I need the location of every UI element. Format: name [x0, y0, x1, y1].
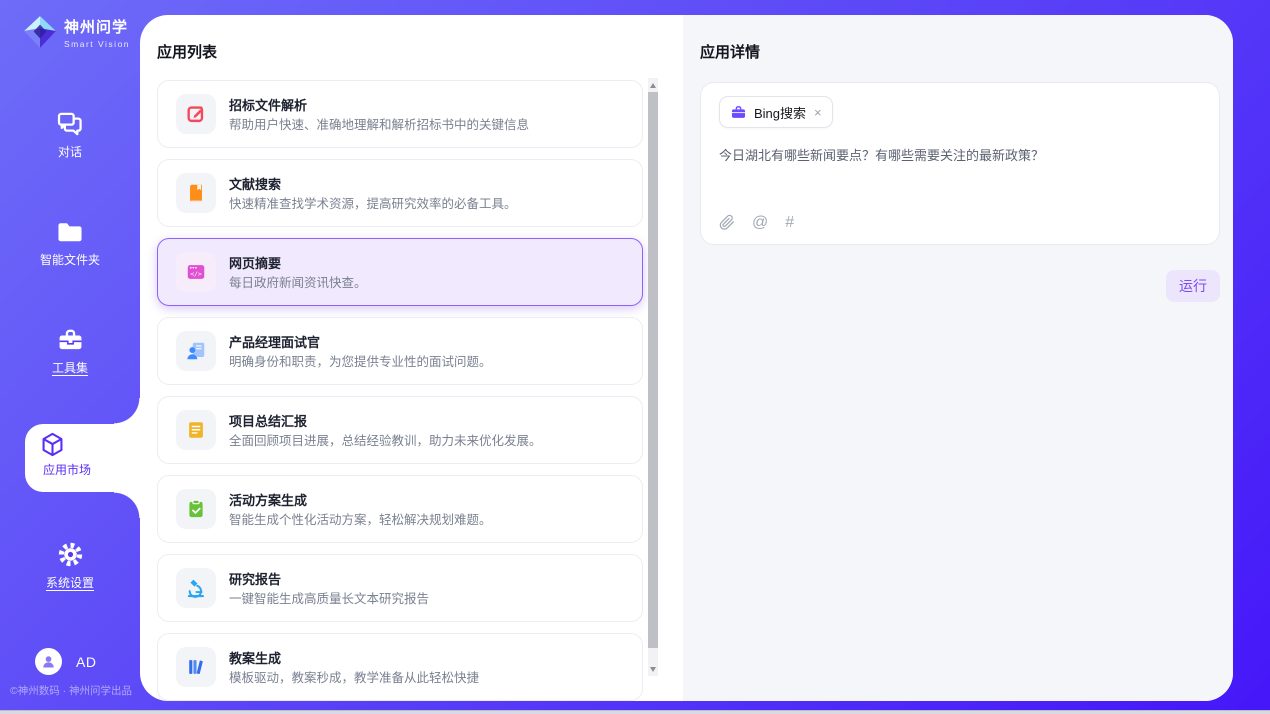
list-item[interactable]: 文献搜索快速精准查找学术资源，提高研究效率的必备工具。 [157, 159, 643, 227]
books-icon [176, 647, 216, 687]
prompt-text[interactable]: 今日湖北有哪些新闻要点？有哪些需要关注的最新政策？ [719, 146, 1199, 166]
remove-tag-icon[interactable]: × [814, 105, 822, 120]
browser-code-icon: </> [176, 252, 216, 292]
folder-icon [55, 218, 85, 246]
scroll-up-arrow[interactable] [648, 78, 658, 92]
edit-square-icon [176, 94, 216, 134]
tool-tag-label: Bing搜索 [754, 103, 806, 122]
list-item[interactable]: </> 网页摘要每日政府新闻资讯快查。 [157, 238, 643, 306]
sidebar-item-smart-folders[interactable]: 智能文件夹 [0, 218, 140, 268]
chat-icon [56, 110, 84, 138]
gear-icon [56, 540, 85, 569]
app-detail-panel: 应用详情 Bing搜索 × 今日湖北有哪些新闻要点？有哪些需要关注的最新政策？ [683, 15, 1233, 701]
scrollbar-thumb[interactable] [648, 92, 658, 648]
cube-icon [39, 431, 66, 458]
list-item[interactable]: 项目总结汇报全面回顾项目进展，总结经验教训，助力未来优化发展。 [157, 396, 643, 464]
window-bottom-edge [0, 710, 1270, 714]
brand-text: 神州问学 Smart Vision [64, 16, 130, 49]
app-name: 活动方案生成 [229, 490, 307, 509]
toolbox-icon [56, 326, 85, 354]
sidebar-item-label: 对话 [0, 143, 140, 160]
run-button[interactable]: 运行 [1166, 270, 1220, 302]
user-profile[interactable]: AD [35, 648, 96, 675]
book-icon [176, 173, 216, 213]
app-description: 模板驱动，教案秒成，教学准备从此轻松快捷 [229, 667, 479, 686]
list-item[interactable]: 研究报告一键智能生成高质量长文本研究报告 [157, 554, 643, 622]
list-item[interactable]: 招标文件解析帮助用户快速、准确地理解和解析招标书中的关键信息 [157, 80, 643, 148]
app-name: 产品经理面试官 [229, 332, 320, 351]
active-item-curve-bottom [114, 492, 140, 518]
app-window-frame: 神州问学 Smart Vision 对话 智能文件夹 工具 [0, 0, 1270, 710]
microscope-icon [176, 568, 216, 608]
app-description: 智能生成个性化活动方案，轻松解决规划难题。 [229, 509, 492, 528]
svg-text:</>: </> [190, 270, 202, 278]
paperclip-icon[interactable] [719, 214, 735, 231]
diamond-logo-icon [22, 14, 58, 50]
app-description: 一键智能生成高质量长文本研究报告 [229, 588, 429, 607]
list-item[interactable]: 活动方案生成智能生成个性化活动方案，轻松解决规划难题。 [157, 475, 643, 543]
app-description: 帮助用户快速、准确地理解和解析招标书中的关键信息 [229, 114, 529, 133]
composer-toolbar: @ # [719, 214, 794, 231]
brand-name: 神州问学 [64, 16, 130, 37]
avatar [35, 648, 62, 675]
app-description: 快速精准查找学术资源，提高研究效率的必备工具。 [229, 193, 517, 212]
sidebar-item-label: 应用市场 [25, 461, 109, 478]
sidebar-item-system-settings[interactable]: 系统设置 [0, 540, 140, 591]
app-name: 研究报告 [229, 569, 281, 588]
sidebar-item-label: 系统设置 [0, 574, 140, 591]
copyright-text: ©神州数码 · 神州问学出品 [5, 683, 137, 698]
briefcase-icon [730, 104, 747, 121]
sidebar-item-label: 智能文件夹 [0, 251, 140, 268]
list-item[interactable]: 教案生成模板驱动，教案秒成，教学准备从此轻松快捷 [157, 633, 643, 701]
app-detail-title: 应用详情 [700, 41, 760, 62]
sidebar: 神州问学 Smart Vision 对话 智能文件夹 工具 [0, 0, 140, 710]
app-name: 项目总结汇报 [229, 411, 307, 430]
mention-icon[interactable]: @ [752, 215, 768, 231]
list-item[interactable]: 产品经理面试官明确身份和职责，为您提供专业性的面试问题。 [157, 317, 643, 385]
sidebar-item-chat[interactable]: 对话 [0, 110, 140, 160]
sidebar-item-toolset[interactable]: 工具集 [0, 326, 140, 376]
brand-logo: 神州问学 Smart Vision [22, 14, 130, 50]
person-icon [40, 653, 57, 670]
app-list-panel: 应用列表 招标文件解析帮助用户快速、准确地理解和解析招标书中的关键信息 文献搜索… [140, 15, 683, 701]
app-description: 全面回顾项目进展，总结经验教训，助力未来优化发展。 [229, 430, 542, 449]
clipboard-check-icon [176, 489, 216, 529]
person-doc-icon [176, 331, 216, 371]
app-name: 招标文件解析 [229, 95, 307, 114]
hashtag-icon[interactable]: # [785, 215, 794, 231]
active-item-curve-top [114, 398, 140, 424]
note-icon [176, 410, 216, 450]
app-list-scroll-area: 招标文件解析帮助用户快速、准确地理解和解析招标书中的关键信息 文献搜索快速精准查… [140, 15, 683, 701]
app-description: 每日政府新闻资讯快查。 [229, 272, 367, 291]
main-content: 应用列表 招标文件解析帮助用户快速、准确地理解和解析招标书中的关键信息 文献搜索… [140, 15, 1233, 701]
app-list-scrollbar[interactable] [648, 78, 658, 676]
app-name: 网页摘要 [229, 253, 281, 272]
app-description: 明确身份和职责，为您提供专业性的面试问题。 [229, 351, 492, 370]
app-name: 教案生成 [229, 648, 281, 667]
brand-subtitle: Smart Vision [64, 39, 130, 49]
user-initials: AD [76, 654, 96, 670]
scroll-down-arrow[interactable] [648, 662, 658, 676]
tool-tag-bing-search[interactable]: Bing搜索 × [719, 96, 833, 128]
sidebar-item-app-market[interactable]: 应用市场 [25, 424, 140, 492]
composer-card[interactable]: Bing搜索 × 今日湖北有哪些新闻要点？有哪些需要关注的最新政策？ @ # [700, 82, 1220, 245]
sidebar-item-label: 工具集 [0, 359, 140, 376]
app-name: 文献搜索 [229, 174, 281, 193]
